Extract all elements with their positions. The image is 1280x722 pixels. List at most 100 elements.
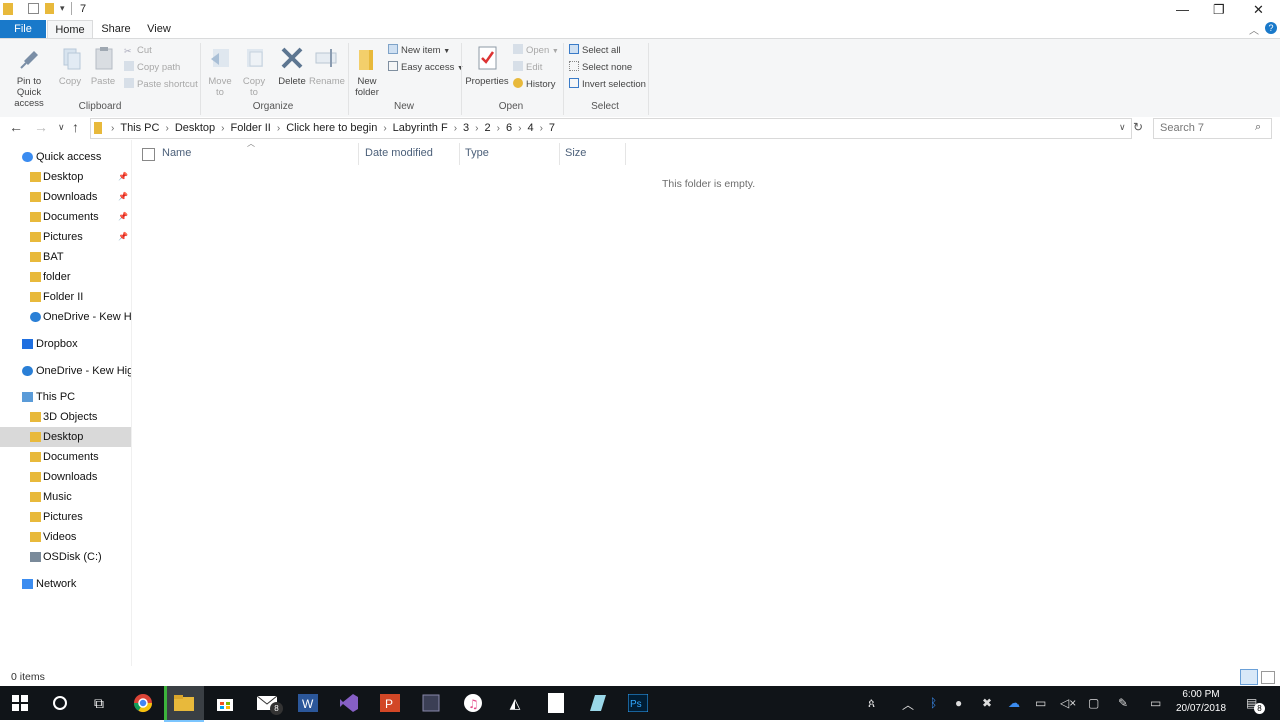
visual-studio-icon[interactable] bbox=[338, 692, 360, 714]
nav-item[interactable]: BAT bbox=[0, 247, 131, 267]
breadcrumb-item[interactable]: Desktop bbox=[175, 122, 215, 134]
cortana-search-icon[interactable] bbox=[49, 692, 71, 714]
chrome-tray-icon[interactable]: ● bbox=[955, 696, 962, 710]
nav-item[interactable]: Network bbox=[0, 574, 131, 594]
delete-button[interactable]: Delete bbox=[277, 43, 307, 87]
nav-item[interactable]: OSDisk (C:) bbox=[0, 547, 131, 567]
select-none-button[interactable]: Select none bbox=[569, 61, 632, 75]
customize-toolbar-icon[interactable]: ▾ bbox=[60, 3, 65, 14]
breadcrumb-item[interactable]: 4 bbox=[527, 122, 533, 134]
clock[interactable]: 6:00 PM 20/07/2018 bbox=[1170, 688, 1232, 716]
nav-item[interactable]: Downloads 📌 bbox=[0, 187, 131, 207]
document-icon[interactable] bbox=[545, 692, 567, 714]
help-icon[interactable]: ? bbox=[1265, 22, 1277, 34]
breadcrumb-item[interactable]: This PC bbox=[120, 122, 159, 134]
large-icons-view-icon[interactable] bbox=[1261, 671, 1275, 684]
breadcrumb-item[interactable]: 7 bbox=[549, 122, 555, 134]
refresh-icon[interactable]: ↻ bbox=[1133, 120, 1143, 134]
chevron-right-icon[interactable]: › bbox=[454, 123, 457, 134]
invert-selection-button[interactable]: Invert selection bbox=[569, 78, 646, 92]
nav-item[interactable]: Music bbox=[0, 487, 131, 507]
chevron-right-icon[interactable]: › bbox=[277, 123, 280, 134]
nav-item[interactable]: Documents 📌 bbox=[0, 207, 131, 227]
back-arrow-icon[interactable]: ← bbox=[9, 119, 23, 135]
security-icon[interactable]: ✖ bbox=[982, 696, 992, 710]
tab-file[interactable]: File bbox=[0, 20, 46, 38]
nav-item[interactable]: Documents bbox=[0, 447, 131, 467]
nav-item[interactable]: Quick access bbox=[0, 147, 131, 167]
app-icon[interactable] bbox=[586, 692, 608, 714]
collapse-ribbon-icon[interactable]: ︿ bbox=[1249, 22, 1259, 37]
store-icon[interactable] bbox=[214, 692, 236, 714]
copy-path-button[interactable]: Copy path bbox=[124, 61, 180, 75]
chevron-right-icon[interactable]: › bbox=[518, 123, 521, 134]
nav-item[interactable]: Pictures 📌 bbox=[0, 227, 131, 247]
chrome-icon[interactable] bbox=[132, 692, 154, 714]
copy-to-button[interactable]: Copy to bbox=[239, 43, 269, 98]
up-arrow-icon[interactable]: ↑ bbox=[72, 119, 79, 135]
breadcrumb-item[interactable]: 3 bbox=[463, 122, 469, 134]
forward-arrow-icon[interactable]: → bbox=[34, 119, 48, 135]
nav-item[interactable]: OneDrive - Kew High bbox=[0, 361, 131, 381]
breadcrumb-item[interactable]: Click here to begin bbox=[286, 122, 377, 134]
details-view-icon[interactable] bbox=[1240, 669, 1258, 685]
select-all-checkbox[interactable] bbox=[142, 148, 155, 161]
breadcrumb[interactable]: › This PC › Desktop › Folder II › Click here to… bbox=[90, 118, 1132, 139]
minimize-button[interactable]: — bbox=[1176, 2, 1189, 17]
paste-button[interactable]: Paste bbox=[89, 43, 117, 87]
column-header-type[interactable]: Type bbox=[465, 147, 489, 159]
nav-item[interactable]: Desktop bbox=[0, 427, 131, 447]
chevron-right-icon[interactable]: › bbox=[111, 123, 114, 134]
search-input[interactable]: Search 7 bbox=[1160, 122, 1204, 134]
powerpoint-icon[interactable]: P bbox=[379, 692, 401, 714]
photoshop-icon[interactable]: Ps bbox=[627, 692, 649, 714]
column-header-name[interactable]: Name bbox=[162, 147, 191, 159]
new-folder-button[interactable]: New folder bbox=[352, 43, 382, 98]
tab-share[interactable]: Share bbox=[96, 20, 136, 38]
chevron-right-icon[interactable]: › bbox=[165, 123, 168, 134]
open-button[interactable]: Open ▼ bbox=[513, 44, 559, 58]
nav-item[interactable]: 3D Objects bbox=[0, 407, 131, 427]
recent-locations-icon[interactable]: ∨ bbox=[58, 122, 65, 133]
show-hidden-icons-icon[interactable]: ︿ bbox=[902, 696, 914, 713]
column-header-size[interactable]: Size bbox=[565, 147, 586, 159]
paste-shortcut-button[interactable]: Paste shortcut bbox=[124, 78, 198, 92]
bluetooth-icon[interactable]: ᛒ bbox=[930, 696, 937, 710]
tab-home[interactable]: Home bbox=[47, 20, 93, 38]
restore-button[interactable]: ❐ bbox=[1213, 2, 1225, 18]
properties-button[interactable]: Properties bbox=[465, 43, 509, 87]
nav-item[interactable]: Videos bbox=[0, 527, 131, 547]
edit-button[interactable]: Edit bbox=[513, 61, 542, 75]
pin-to-quick-access-button[interactable]: Pin to Quick access bbox=[4, 43, 54, 109]
itunes-icon[interactable]: ♫ bbox=[462, 692, 484, 714]
nav-item[interactable]: Pictures bbox=[0, 507, 131, 527]
keyboard-icon[interactable]: ▭ bbox=[1150, 696, 1161, 710]
chevron-right-icon[interactable]: › bbox=[383, 123, 386, 134]
rename-button[interactable]: Rename bbox=[309, 43, 345, 87]
nav-item[interactable]: Downloads bbox=[0, 467, 131, 487]
chevron-right-icon[interactable]: › bbox=[497, 123, 500, 134]
unity-icon[interactable]: ◭ bbox=[504, 692, 526, 714]
nav-item[interactable]: Folder II bbox=[0, 287, 131, 307]
breadcrumb-item[interactable]: Folder II bbox=[231, 122, 271, 134]
breadcrumb-item[interactable]: 6 bbox=[506, 122, 512, 134]
easy-access-button[interactable]: Easy access ▼ bbox=[388, 61, 464, 75]
move-to-button[interactable]: Move to bbox=[205, 43, 235, 98]
battery-icon[interactable]: ▭ bbox=[1035, 696, 1046, 710]
nav-item[interactable]: Dropbox bbox=[0, 334, 131, 354]
network-tray-icon[interactable]: ▢ bbox=[1088, 696, 1099, 710]
address-dropdown-icon[interactable]: ∨ bbox=[1119, 122, 1126, 133]
column-header-date-modified[interactable]: Date modified bbox=[365, 147, 433, 159]
select-all-button[interactable]: Select all bbox=[569, 44, 621, 58]
nav-item[interactable]: This PC bbox=[0, 387, 131, 407]
chevron-right-icon[interactable]: › bbox=[540, 123, 543, 134]
new-folder-icon[interactable] bbox=[45, 3, 54, 14]
volume-muted-icon[interactable]: ◁× bbox=[1060, 696, 1076, 710]
task-view-icon[interactable]: ⧉ bbox=[88, 692, 110, 714]
new-item-button[interactable]: New item ▼ bbox=[388, 44, 450, 58]
tab-view[interactable]: View bbox=[140, 20, 178, 38]
cut-button[interactable]: ✂ Cut bbox=[124, 44, 152, 58]
nav-item[interactable]: folder bbox=[0, 267, 131, 287]
search-box[interactable]: Search 7 ⌕ bbox=[1153, 118, 1272, 139]
history-button[interactable]: History bbox=[513, 78, 556, 92]
